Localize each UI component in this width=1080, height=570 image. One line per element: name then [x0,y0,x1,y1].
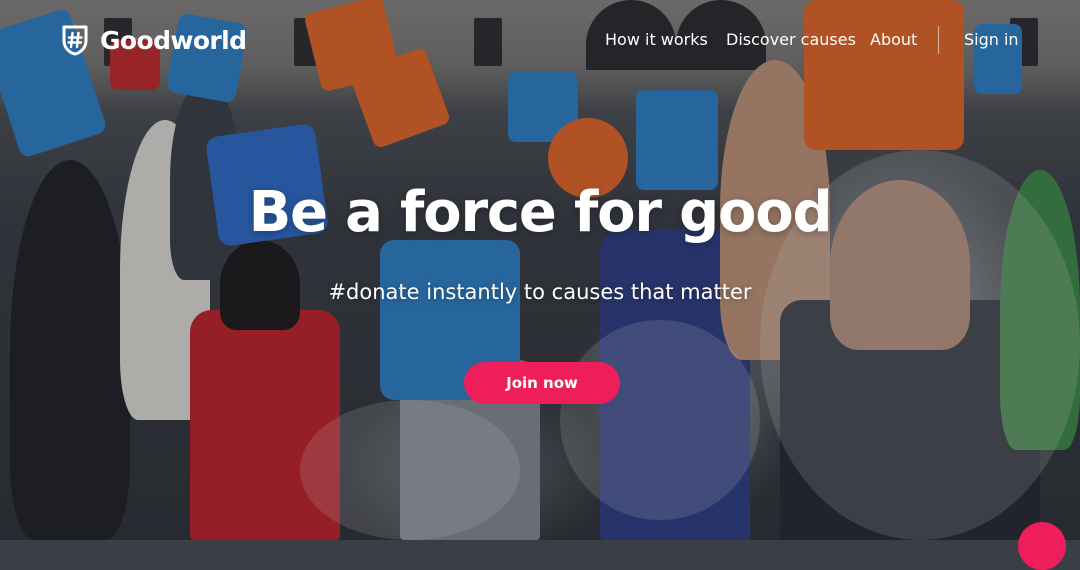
hero-dark-overlay [0,0,1080,540]
chat-launcher-button[interactable] [1018,522,1066,570]
hero-subheadline: #donate instantly to causes that matter [328,280,752,304]
join-now-button[interactable]: Join now [464,362,620,404]
nav-divider [938,26,939,54]
sign-in-link[interactable]: Sign in [964,30,1019,49]
hero-headline: Be a force for good [248,180,833,245]
top-navigation: Goodworld How it works Discover causes A… [0,0,1080,80]
nav-links: How it works Discover causes About Sign … [0,30,1080,54]
nav-link-how-it-works[interactable]: How it works [605,30,708,49]
nav-link-about[interactable]: About [870,30,917,49]
nav-link-discover-causes[interactable]: Discover causes [726,30,856,49]
hero-background-photo [0,0,1080,540]
